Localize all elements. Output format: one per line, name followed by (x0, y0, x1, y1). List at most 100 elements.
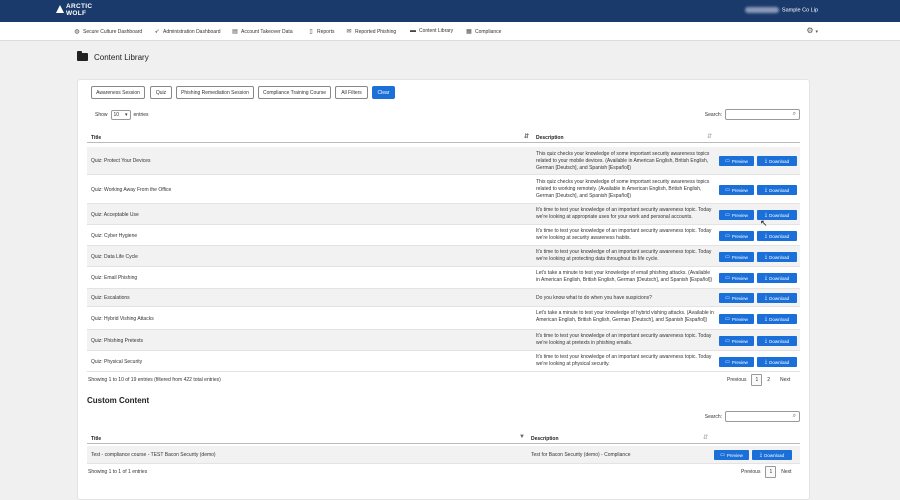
column-description[interactable]: Description (531, 436, 559, 442)
next-page-button[interactable]: Next (776, 469, 796, 475)
custom-search: Search: ⌕ (705, 411, 800, 422)
pagination: Previous 1 2 Next (722, 374, 795, 386)
preview-icon: ▭ (725, 359, 730, 365)
nav-reports[interactable]: ▯ Reports (308, 28, 334, 35)
download-icon: ⤓ (764, 233, 768, 239)
rocket-icon: ➶ (154, 29, 160, 35)
download-button[interactable]: ⤓ Download (757, 357, 797, 367)
row-description: Test for Bacon Security (demo) - Complia… (531, 452, 631, 458)
nav-content-library[interactable]: ▬ Content Library (410, 28, 453, 34)
page-title: Content Library (77, 51, 149, 62)
download-button[interactable]: ⤓ Download (757, 156, 797, 166)
redacted-username (744, 7, 779, 13)
sort-icon[interactable]: ⇵ (703, 434, 708, 441)
filter-quiz[interactable]: Quiz (150, 86, 172, 99)
download-icon: ⤓ (764, 359, 768, 365)
download-button[interactable]: ⤓ Download (752, 450, 792, 460)
custom-content-title: Custom Content (87, 396, 150, 405)
preview-button[interactable]: ▭ Preview (719, 252, 754, 262)
download-button[interactable]: ⤓ Download (757, 293, 797, 303)
sort-icon[interactable]: ⇵ (707, 133, 712, 140)
table-row: Quiz: Data Life Cycle It's time to test y… (87, 246, 800, 267)
custom-pagination: Previous 1 Next (736, 466, 797, 478)
sort-icon[interactable]: ⇵ (524, 133, 529, 140)
download-button[interactable]: ⤓ Download (757, 185, 797, 195)
column-description[interactable]: Description (536, 135, 564, 141)
search-input[interactable]: ⌕ (725, 109, 800, 120)
account-menu[interactable]: Sample Co Lip (744, 7, 818, 14)
entries-select[interactable]: 10 ▾ (110, 110, 131, 120)
gear-icon: ⚙ (806, 26, 814, 35)
preview-button[interactable]: ▭ Preview (719, 156, 754, 166)
download-button[interactable]: ⤓ Download (757, 231, 797, 241)
page-2-button[interactable]: 2 (762, 377, 775, 383)
preview-button[interactable]: ▭ Preview (719, 231, 754, 241)
row-description: It's time to test your knowledge of an i… (536, 228, 712, 241)
download-icon: ⤓ (764, 338, 768, 344)
custom-search-input[interactable]: ⌕ (725, 411, 800, 422)
sort-icon[interactable]: ▼ (519, 434, 525, 440)
table-row: Quiz: Email Phishing Let's take a minute … (87, 267, 800, 289)
page-1-button[interactable]: 1 (765, 466, 777, 478)
clear-filters-button[interactable]: Clear (372, 86, 395, 99)
nav-compliance[interactable]: ▦ Compliance (466, 28, 501, 35)
preview-button[interactable]: ▭ Preview (719, 185, 754, 195)
preview-icon: ▭ (725, 187, 730, 193)
row-description: Let's take a minute to test your knowled… (536, 270, 713, 283)
nav-administration-dashboard[interactable]: ➶ Administration Dashboard (154, 28, 220, 35)
preview-button[interactable]: ▭ Preview (719, 314, 754, 324)
download-icon: ⤓ (764, 316, 768, 322)
keyboard-icon: ▤ (232, 29, 238, 35)
preview-icon: ▭ (725, 316, 730, 322)
preview-button[interactable]: ▭ Preview (719, 210, 754, 220)
nav-account-takeover-data[interactable]: ▤ Account Takeover Data (232, 28, 292, 35)
download-button[interactable]: ⤓ Download (757, 314, 797, 324)
filter-awareness-session[interactable]: Awareness Session (91, 86, 145, 99)
previous-page-button[interactable]: Previous (736, 469, 765, 475)
logo[interactable]: ARCTIC WOLF (56, 3, 92, 17)
row-description: This quiz checks your knowledge of some … (536, 179, 710, 199)
column-title[interactable]: Title (91, 135, 101, 141)
settings-menu[interactable]: ⚙ ▾ (806, 26, 818, 35)
row-title: Quiz: Protect Your Devices (91, 158, 151, 164)
download-button[interactable]: ⤓ Download (757, 252, 797, 262)
filter-phishing-remediation[interactable]: Phishing Remediation Session (176, 86, 254, 99)
table-row: Quiz: Working Away From the Office This q… (87, 175, 800, 204)
page-1-button[interactable]: 1 (751, 374, 763, 386)
row-title: Quiz: Acceptable Use (91, 212, 139, 218)
preview-button[interactable]: ▭ Preview (719, 273, 754, 283)
table-row: Quiz: Acceptable Use It's time to test yo… (87, 204, 800, 225)
preview-icon: ▭ (720, 452, 725, 458)
download-icon: ⤓ (759, 452, 763, 458)
download-button[interactable]: ⤓ Download (757, 336, 797, 346)
preview-button[interactable]: ▭ Preview (714, 450, 749, 460)
document-icon: ▯ (309, 29, 313, 35)
next-page-button[interactable]: Next (775, 377, 795, 383)
row-description: Let's take a minute to test your knowled… (536, 310, 714, 323)
table-row: Quiz: Physical Security It's time to test… (87, 351, 800, 372)
row-title: Test - compliance course - TEST Bacon Se… (91, 452, 216, 458)
download-icon: ⤓ (764, 254, 768, 260)
nav-reported-phishing[interactable]: ✉ Reported Phishing (346, 28, 396, 35)
preview-button[interactable]: ▭ Preview (719, 293, 754, 303)
nav-secure-culture-dashboard[interactable]: ◍ Secure Culture Dashboard (74, 28, 142, 35)
custom-table-info: Showing 1 to 1 of 1 entries (88, 469, 148, 475)
filter-compliance-training[interactable]: Compliance Training Course (258, 86, 331, 99)
download-button[interactable]: ⤓ Download (757, 273, 797, 283)
column-title[interactable]: Title (91, 436, 101, 442)
globe-icon: ◍ (74, 29, 80, 35)
library-table-header: Title ⇵ Description ⇵ (87, 132, 800, 143)
account-name: Sample Co Lip (781, 7, 818, 14)
preview-button[interactable]: ▭ Preview (719, 336, 754, 346)
download-icon: ⤓ (764, 187, 768, 193)
preview-button[interactable]: ▭ Preview (719, 357, 754, 367)
chevron-down-icon: ▾ (815, 29, 818, 35)
folder-icon: ▬ (410, 28, 416, 34)
preview-icon: ▭ (725, 233, 730, 239)
table-row: Quiz: Cyber Hygiene It's time to test you… (87, 225, 800, 246)
row-title: Quiz: Cyber Hygiene (91, 233, 138, 239)
download-icon: ⤓ (764, 158, 768, 164)
search-icon: ⌕ (792, 413, 796, 419)
previous-page-button[interactable]: Previous (722, 377, 751, 383)
filter-all[interactable]: All Filters (335, 86, 368, 99)
